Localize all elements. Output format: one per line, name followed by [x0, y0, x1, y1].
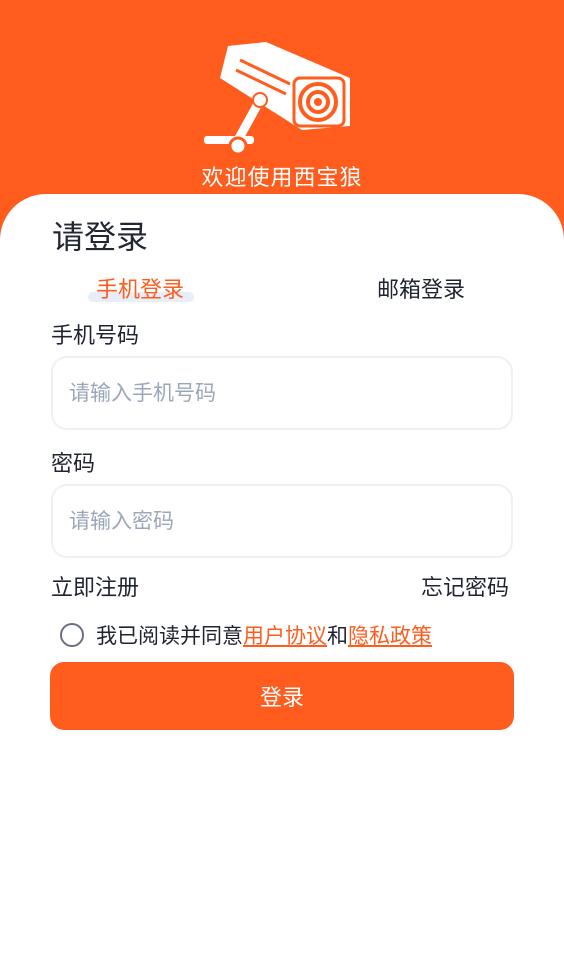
agreement-checkbox[interactable] [60, 623, 84, 647]
password-label: 密码 [51, 452, 96, 477]
tab-phone-login[interactable]: 手机登录 [96, 272, 184, 304]
forgot-password-link[interactable]: 忘记密码 [421, 570, 509, 602]
security-camera-icon [204, 42, 350, 156]
privacy-policy-link[interactable]: 隐私政策 [348, 620, 432, 650]
phone-input[interactable] [51, 356, 513, 430]
user-agreement-link[interactable]: 用户协议 [243, 620, 327, 650]
page-title: 请登录 [52, 218, 149, 256]
tab-email-login[interactable]: 邮箱登录 [377, 272, 465, 304]
welcome-text: 欢迎使用西宝狼 [201, 166, 363, 191]
phone-label: 手机号码 [51, 324, 140, 349]
tab-phone-login-label: 手机登录 [96, 278, 185, 303]
password-input[interactable] [51, 484, 513, 558]
agreement-row: 我已阅读并同意 用户协议 和 隐私政策 [60, 620, 432, 650]
agreement-prefix: 我已阅读并同意 [96, 624, 243, 648]
agreement-and: 和 [327, 624, 348, 648]
register-link[interactable]: 立即注册 [51, 570, 139, 602]
login-button[interactable]: 登录 [50, 662, 514, 730]
tab-email-login-label: 邮箱登录 [377, 278, 466, 303]
